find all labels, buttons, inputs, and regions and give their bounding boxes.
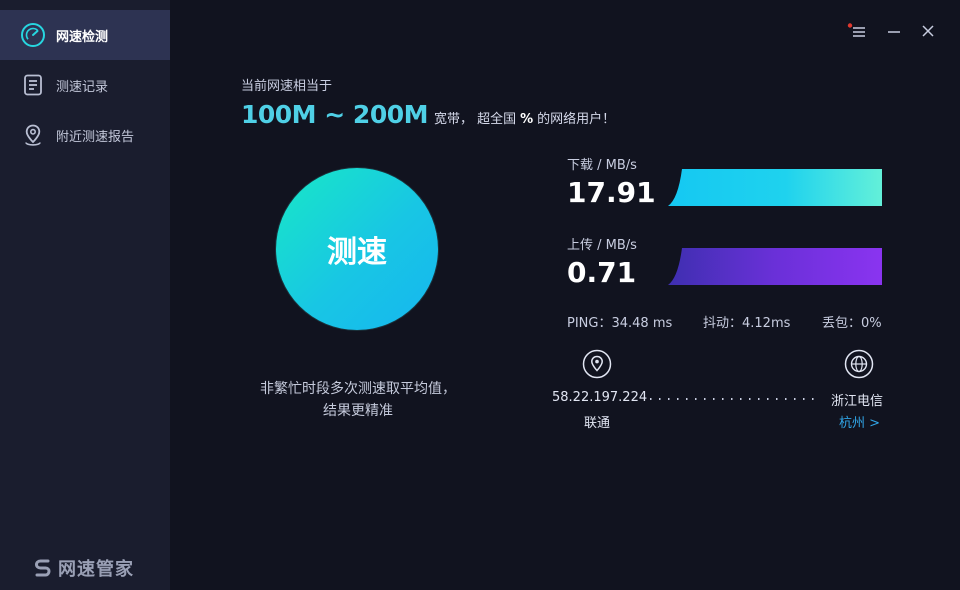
minimize-button[interactable] bbox=[884, 21, 904, 41]
headline-text-after: 的网络用户！ bbox=[537, 112, 616, 127]
jitter-stat: 抖动：4.12ms bbox=[703, 316, 791, 331]
sidebar: 网速检测 测速记录 附近测速报告 网速管家 bbox=[0, 0, 170, 590]
percent-value: % bbox=[520, 112, 534, 127]
close-button[interactable] bbox=[918, 21, 938, 41]
sidebar-item-label: 网速检测 bbox=[56, 30, 109, 45]
menu-icon bbox=[847, 23, 865, 37]
sidebar-item-speed-test[interactable]: 网速检测 bbox=[0, 10, 170, 60]
brand-s-icon bbox=[34, 559, 51, 577]
start-test-button[interactable]: 测速 bbox=[276, 168, 438, 330]
speed-equivalent: 100M ~ 200M 宽带， 超全国 % 的网络用户！ bbox=[241, 100, 615, 129]
bandwidth-range: 100M ~ 200M bbox=[241, 100, 428, 129]
server-globe-icon bbox=[844, 349, 874, 379]
packet-loss-stat: 丢包：0% bbox=[822, 316, 882, 331]
speedometer-icon bbox=[21, 23, 45, 47]
document-icon bbox=[24, 74, 42, 96]
menu-button[interactable] bbox=[847, 21, 867, 41]
upload-bar bbox=[668, 248, 882, 285]
route-connector bbox=[650, 398, 818, 400]
sidebar-item-label: 测速记录 bbox=[56, 80, 109, 95]
close-icon bbox=[922, 25, 934, 37]
start-test-label: 测速 bbox=[327, 235, 387, 270]
brand-name: 网速管家 bbox=[58, 559, 134, 580]
ping-stat: PING：34.48 ms bbox=[567, 316, 673, 331]
brand-logo: 网速管家 bbox=[32, 555, 134, 581]
client-location-icon bbox=[582, 349, 612, 379]
download-label: 下载 / MB/s bbox=[567, 158, 637, 173]
client-isp: 联通 bbox=[584, 416, 611, 431]
sidebar-item-test-history[interactable]: 测速记录 bbox=[0, 60, 170, 110]
sidebar-item-nearby-report[interactable]: 附近测速报告 bbox=[0, 110, 170, 160]
download-bar bbox=[668, 169, 882, 206]
minimize-icon bbox=[888, 31, 900, 33]
download-value: 17.91 bbox=[567, 176, 656, 209]
app-window: 网速检测 测速记录 附近测速报告 网速管家 当前网速相当于 100M ~ 200… bbox=[0, 0, 960, 590]
upload-label: 上传 / MB/s bbox=[567, 238, 637, 253]
client-ip: 58.22.197.224 bbox=[552, 390, 648, 405]
upload-value: 0.71 bbox=[567, 256, 637, 289]
headline-text-before: 宽带， 超全国 bbox=[433, 112, 517, 127]
headline-subtitle: 当前网速相当于 bbox=[241, 79, 333, 94]
notification-dot bbox=[847, 23, 853, 28]
test-tip: 非繁忙时段多次测速取平均值，结果更精准 bbox=[260, 381, 456, 419]
server-name: 浙江电信 bbox=[831, 394, 884, 409]
server-city-link[interactable]: 杭州 > bbox=[839, 412, 880, 431]
sidebar-item-label: 附近测速报告 bbox=[56, 130, 135, 145]
location-pin-icon bbox=[25, 124, 41, 146]
